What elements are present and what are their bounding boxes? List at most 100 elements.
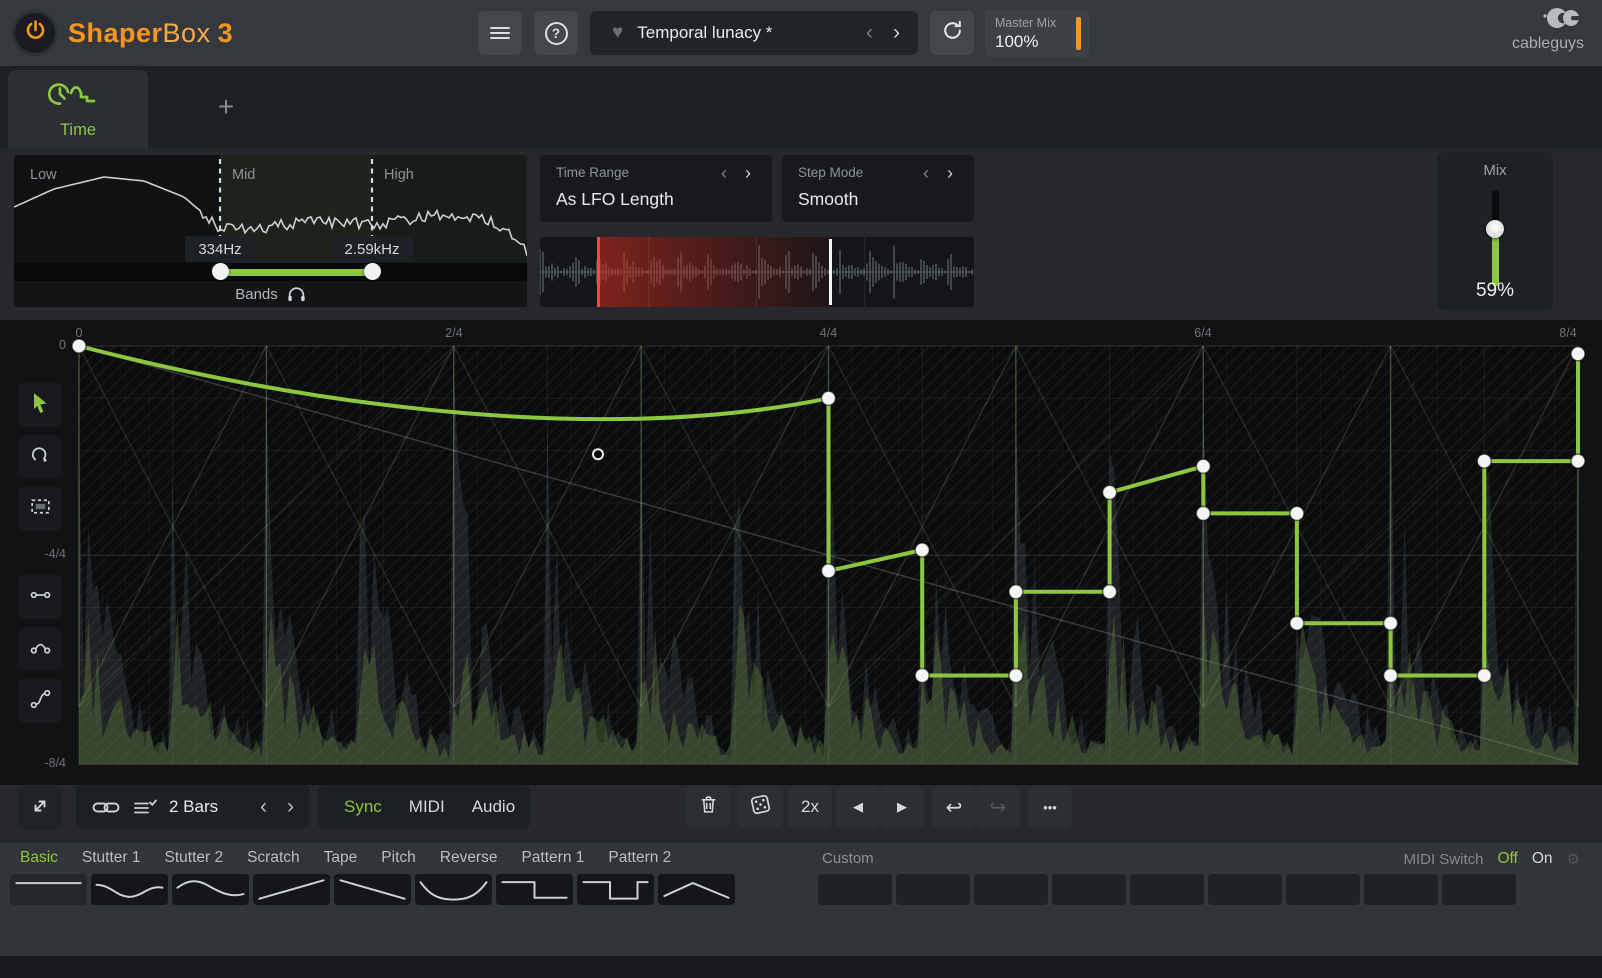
lfo-point[interactable]	[1290, 616, 1304, 630]
mode-midi[interactable]: MIDI	[409, 797, 445, 817]
favorite-heart-icon[interactable]: ♥	[612, 22, 623, 44]
lfo-point[interactable]	[1009, 669, 1023, 683]
steps-icon[interactable]	[133, 798, 157, 817]
wave-button-sine-valley[interactable]	[91, 874, 168, 905]
audio-preview-strip[interactable]	[540, 237, 974, 307]
link-icon[interactable]	[92, 799, 120, 816]
time-range-prev-button[interactable]: ‹	[712, 163, 736, 183]
lfo-point[interactable]	[1103, 585, 1117, 599]
midi-switch-on[interactable]: On	[1532, 850, 1553, 868]
lfo-point[interactable]	[72, 339, 86, 353]
snap-tool-button[interactable]	[18, 435, 62, 479]
double-button[interactable]: 2x	[788, 785, 832, 829]
curve-tool-button[interactable]	[18, 627, 62, 671]
lfo-point[interactable]	[915, 669, 929, 683]
help-button[interactable]: ?	[534, 11, 578, 55]
lfo-point[interactable]	[1384, 616, 1398, 630]
lfo-point[interactable]	[1477, 669, 1491, 683]
more-button[interactable]: •••	[1028, 785, 1072, 829]
wave-button-sine-peak[interactable]	[172, 874, 249, 905]
band-panel[interactable]: Low Mid High 334Hz 2.59kHz Bands	[14, 155, 527, 307]
marquee-tool-button[interactable]	[18, 487, 62, 531]
redo-button[interactable]: ↪	[976, 785, 1020, 829]
lfo-point[interactable]	[1196, 459, 1210, 473]
category-scratch[interactable]: Scratch	[247, 849, 300, 867]
nudge-left-button[interactable]: ◀	[836, 785, 880, 829]
power-button[interactable]	[12, 10, 58, 56]
lfo-point[interactable]	[822, 564, 836, 578]
category-stutter-2[interactable]: Stutter 2	[165, 849, 224, 867]
category-pattern-2[interactable]: Pattern 2	[608, 849, 671, 867]
custom-slot[interactable]	[974, 874, 1048, 905]
clear-button[interactable]	[686, 785, 730, 829]
mode-sync[interactable]: Sync	[344, 797, 382, 817]
lfo-length-panel[interactable]: 2 Bars ‹ ›	[76, 785, 310, 829]
master-mix-control[interactable]: Master Mix 100%	[985, 10, 1089, 57]
time-range-next-button[interactable]: ›	[736, 163, 760, 183]
wave-button-ramp-down[interactable]	[334, 874, 411, 905]
lfo-point[interactable]	[1196, 506, 1210, 520]
select-tool-button[interactable]	[18, 383, 62, 427]
step-mode-next-button[interactable]: ›	[938, 163, 962, 183]
custom-slot[interactable]	[1364, 874, 1438, 905]
step-mode-prev-button[interactable]: ‹	[914, 163, 938, 183]
band-label-high[interactable]: High	[384, 167, 414, 183]
midi-switch-off[interactable]: Off	[1497, 850, 1517, 868]
lfo-point[interactable]	[1571, 454, 1585, 468]
line-tool-button[interactable]	[18, 575, 62, 619]
category-tape[interactable]: Tape	[324, 849, 358, 867]
expand-button[interactable]	[18, 786, 62, 830]
preset-selector[interactable]: ♥ Temporal lunacy * ‹ ›	[590, 11, 918, 55]
wave-button-u-curve[interactable]	[415, 874, 492, 905]
undo-button[interactable]: ↩	[932, 785, 976, 829]
mix-slider-knob[interactable]	[1486, 220, 1504, 238]
lfo-point[interactable]	[1103, 485, 1117, 499]
wave-button-ramp-up[interactable]	[253, 874, 330, 905]
add-shaper-button[interactable]: +	[198, 84, 254, 130]
headphones-icon[interactable]	[287, 286, 306, 302]
length-prev-button[interactable]: ‹	[250, 795, 277, 819]
preset-prev-button[interactable]: ‹	[856, 21, 883, 45]
length-next-button[interactable]: ›	[277, 795, 304, 819]
tab-time[interactable]: Time	[8, 70, 148, 148]
wave-button-flat[interactable]	[10, 874, 87, 905]
randomize-button[interactable]	[738, 785, 782, 829]
lfo-point[interactable]	[822, 391, 836, 405]
midi-settings-gear-icon[interactable]: ⚙	[1567, 850, 1580, 868]
menu-button[interactable]	[478, 11, 522, 55]
lfo-curve-handle[interactable]	[593, 449, 603, 459]
lfo-point[interactable]	[1384, 669, 1398, 683]
lfo-point[interactable]	[1477, 454, 1491, 468]
crossover-freq-low-mid[interactable]: 334Hz	[185, 236, 255, 262]
lfo-point[interactable]	[1571, 347, 1585, 361]
retrigger-button[interactable]	[930, 11, 974, 55]
custom-slot[interactable]	[1052, 874, 1126, 905]
custom-slot[interactable]	[1130, 874, 1204, 905]
mode-audio[interactable]: Audio	[472, 797, 515, 817]
wave-button-square-pulse[interactable]	[577, 874, 654, 905]
band-handle-right[interactable]	[364, 263, 381, 280]
wave-button-step-down[interactable]	[496, 874, 573, 905]
custom-slot[interactable]	[1442, 874, 1516, 905]
custom-slot[interactable]	[818, 874, 892, 905]
crossover-freq-mid-high[interactable]: 2.59kHz	[331, 236, 413, 262]
category-basic[interactable]: Basic	[20, 849, 58, 867]
nudge-right-button[interactable]: ▶	[880, 785, 924, 829]
lfo-point[interactable]	[915, 543, 929, 557]
category-stutter-1[interactable]: Stutter 1	[82, 849, 141, 867]
band-range-fill[interactable]	[220, 269, 372, 276]
preset-next-button[interactable]: ›	[883, 21, 910, 45]
lfo-editor[interactable]: 02/44/46/48/4 0-4/4-8/4	[0, 320, 1602, 785]
lfo-point[interactable]	[1009, 585, 1023, 599]
band-handle-left[interactable]	[212, 263, 229, 280]
s-curve-tool-button[interactable]	[18, 679, 62, 723]
band-label-mid[interactable]: Mid	[232, 167, 255, 183]
category-pattern-1[interactable]: Pattern 1	[521, 849, 584, 867]
wave-button-triangle[interactable]	[658, 874, 735, 905]
custom-slot[interactable]	[1208, 874, 1282, 905]
lfo-canvas[interactable]	[0, 320, 1602, 785]
category-reverse[interactable]: Reverse	[440, 849, 498, 867]
lfo-point[interactable]	[1290, 506, 1304, 520]
custom-slot[interactable]	[1286, 874, 1360, 905]
category-pitch[interactable]: Pitch	[381, 849, 415, 867]
